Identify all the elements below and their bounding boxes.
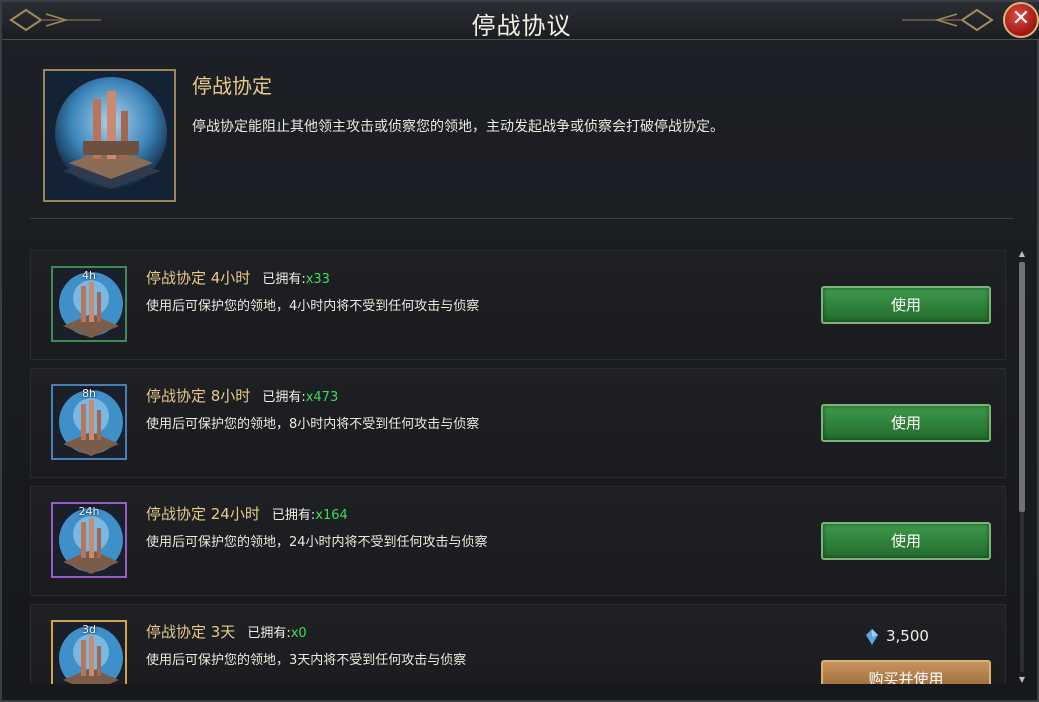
item-title: 停战协定 4小时 已拥有:x33 [146,267,330,288]
item-title-text: 停战协定 24小时 [146,505,260,523]
gem-price: 3,500 [886,627,929,645]
item-name: 停战协定 [192,74,272,98]
gem-icon [866,629,878,645]
list-item: 24h 停战协定 24小时 已拥有:x164 使用后可保护您的领地，24小时内将不… [30,486,1006,596]
close-button[interactable]: ✕ [1003,2,1039,38]
buy-and-use-button[interactable]: 购买并使用 [821,660,991,684]
owned-label: 已拥有: [262,390,306,405]
truce-item-icon: 8h [51,384,127,460]
owned-count: x33 [305,272,330,287]
owned-label: 已拥有: [247,626,291,641]
item-title-text: 停战协定 3天 [146,623,236,641]
item-description: 使用后可保护您的领地，8小时内将不受到任何攻击与侦察 [146,417,480,432]
owned-count: x473 [305,390,339,405]
window-title: 停战协议 [471,12,572,40]
use-button[interactable]: 使用 [821,522,991,560]
divider [30,218,1014,219]
item-title-text: 停战协定 8小时 [146,387,251,405]
truce-item-icon: 4h [51,266,127,342]
item-description: 使用后可保护您的领地，24小时内将不受到任何攻击与侦察 [146,535,488,550]
scroll-thumb[interactable] [1019,262,1025,512]
owned-label: 已拥有: [262,272,306,287]
list-item: 8h 停战协定 8小时 已拥有:x473 使用后可保护您的领地，8小时内将不受到任… [30,368,1006,478]
owned-count: x164 [315,508,348,523]
item-header: 停战协定 停战协定能阻止其他领主攻击或侦察您的领地，主动发起战争或侦察会打破停战… [30,58,1014,218]
item-description: 使用后可保护您的领地，4小时内将不受到任何攻击与侦察 [146,299,480,314]
owned-label: 已拥有: [271,508,316,523]
duration-tag: 4h [82,269,96,282]
item-title: 停战协定 3天 已拥有:x0 [146,621,307,642]
truce-window: 停战协议 ✕ 停战协定 停战协定能阻止其他领主攻击或侦察您的领地，主动发起战争或… [0,0,1039,702]
use-button[interactable]: 使用 [821,404,991,442]
item-title: 停战协定 8小时 已拥有:x473 [146,385,338,406]
scroll-up-icon[interactable]: ▲ [1017,250,1027,258]
duration-tag: 3d [82,623,96,636]
title-bar: 停战协议 ✕ [2,2,1039,40]
truce-item-list: 4h 停战协定 4小时 已拥有:x33 使用后可保护您的领地，4小时内将不受到任何… [30,250,1006,684]
corner-ornament-right-icon [902,8,994,32]
item-title: 停战协定 24小时 已拥有:x164 [146,503,348,524]
item-description: 使用后可保护您的领地，3天内将不受到任何攻击与侦察 [146,653,467,668]
owned-count: x0 [290,626,307,641]
duration-tag: 8h [82,387,96,400]
use-button[interactable]: 使用 [821,286,991,324]
list-scrollbar[interactable]: ▲ ▼ [1017,250,1027,684]
item-title-text: 停战协定 4小时 [146,269,251,287]
duration-tag: 24h [78,505,100,518]
truce-city-icon [43,69,176,202]
list-item: 3d 停战协定 3天 已拥有:x0 使用后可保护您的领地，3天内将不受到任何攻击与… [30,604,1006,684]
truce-item-icon: 3d [51,620,127,684]
scroll-down-icon[interactable]: ▼ [1017,676,1027,684]
list-item: 4h 停战协定 4小时 已拥有:x33 使用后可保护您的领地，4小时内将不受到任何… [30,250,1006,360]
item-description: 停战协定能阻止其他领主攻击或侦察您的领地，主动发起战争或侦察会打破停战协定。 [192,119,724,135]
truce-item-icon: 24h [51,502,127,578]
